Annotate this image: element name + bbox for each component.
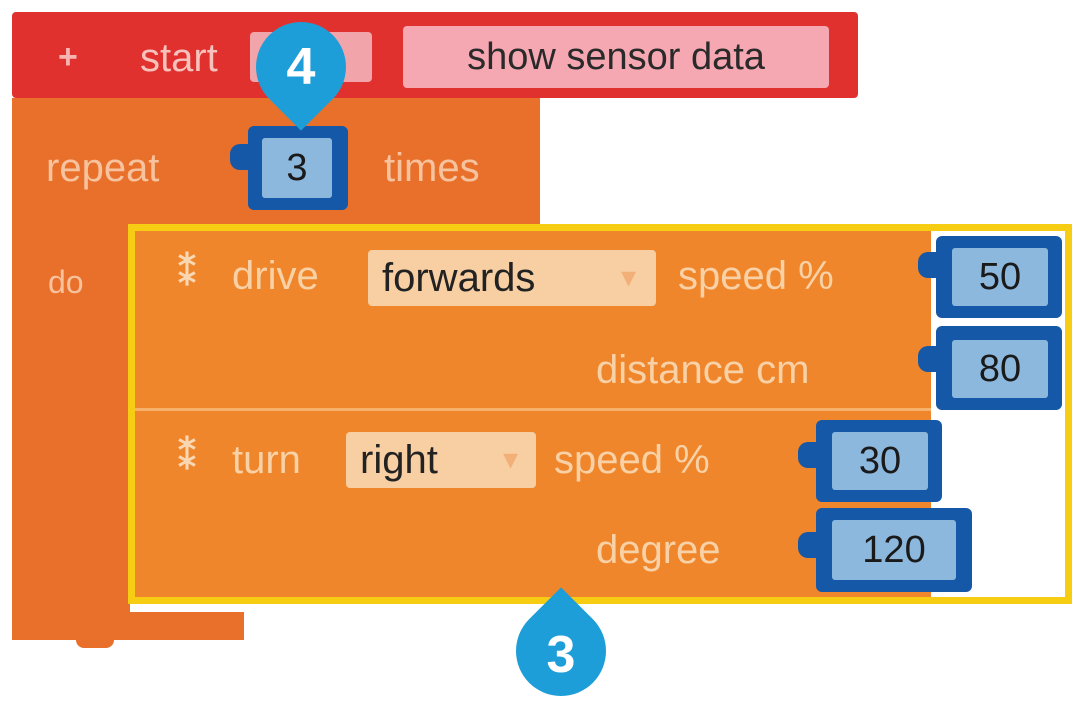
plus-icon[interactable]: +	[58, 38, 78, 77]
callout-top-number: 4	[286, 38, 316, 96]
block-divider	[135, 408, 931, 411]
repeat-count-input[interactable]: 3	[262, 138, 332, 198]
times-label: times	[384, 146, 480, 190]
turn-speed-label: speed %	[554, 438, 710, 482]
turn-degree-socket-tab	[798, 532, 818, 558]
repeat-block-notch	[76, 638, 114, 648]
grip-icon: ⁑	[178, 252, 196, 293]
chevron-down-icon: ▾	[620, 261, 636, 294]
program-name-field[interactable]: show sensor data	[403, 26, 829, 88]
drive-direction-dropdown[interactable]: forwards ▾	[368, 250, 656, 306]
drive-speed-socket-tab	[918, 252, 938, 278]
drive-speed-input[interactable]: 50	[952, 248, 1048, 306]
drive-direction-value: forwards	[382, 256, 536, 300]
start-label: start	[140, 36, 218, 80]
drive-speed-label: speed %	[678, 254, 834, 298]
drive-distance-label: distance cm	[596, 348, 810, 392]
drive-distance-socket-tab	[918, 346, 938, 372]
drive-distance-input[interactable]: 80	[952, 340, 1048, 398]
grip-icon: ⁑	[178, 436, 196, 477]
repeat-count-socket-tab	[230, 144, 250, 170]
do-label: do	[48, 264, 84, 300]
turn-degree-label: degree	[596, 528, 721, 572]
drive-label: drive	[232, 254, 319, 298]
callout-bottom-number: 3	[546, 626, 576, 684]
turn-speed-socket-tab	[798, 442, 818, 468]
repeat-label: repeat	[46, 146, 160, 190]
turn-label: turn	[232, 438, 301, 482]
repeat-block-foot[interactable]	[12, 612, 244, 640]
chevron-down-icon: ▾	[502, 443, 518, 476]
turn-direction-dropdown[interactable]: right ▾	[346, 432, 536, 488]
turn-speed-input[interactable]: 30	[832, 432, 928, 490]
turn-degree-input[interactable]: 120	[832, 520, 956, 580]
turn-direction-value: right	[360, 438, 438, 482]
